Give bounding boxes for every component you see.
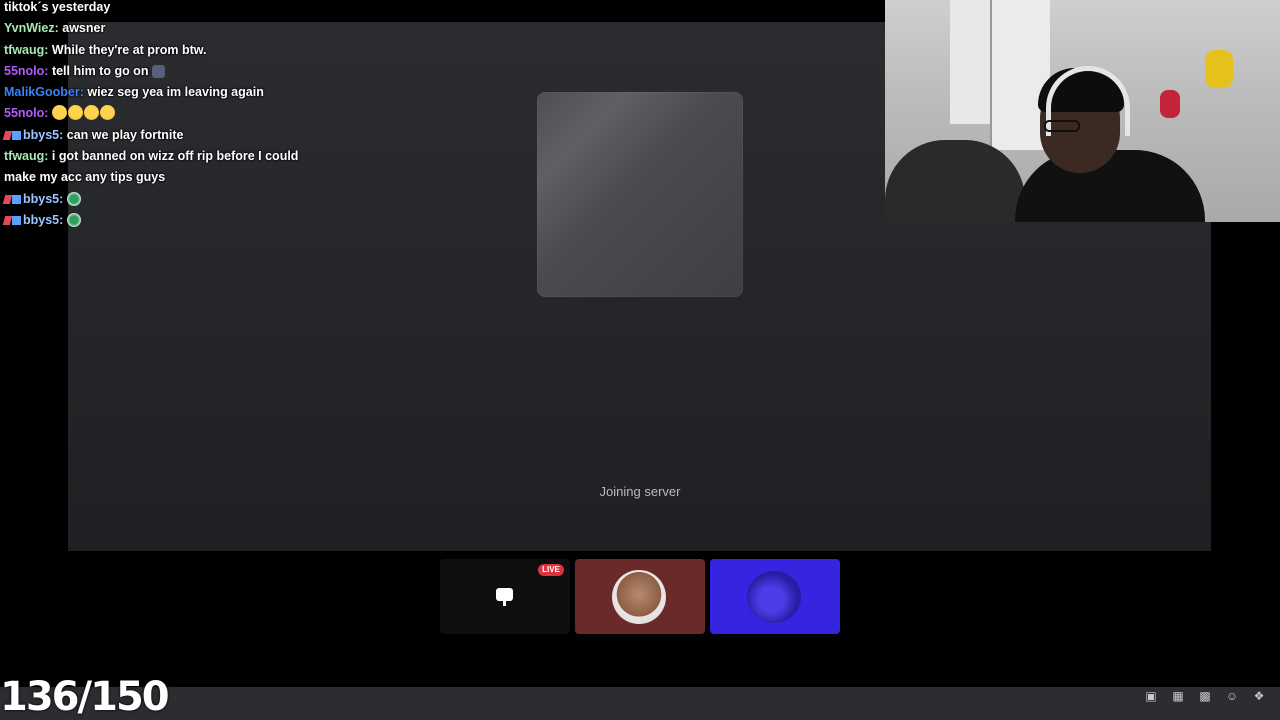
- gif-icon[interactable]: ▦: [1171, 689, 1185, 703]
- chat-message: tfwaug: While they're at prom btw.: [4, 40, 304, 61]
- chat-text: tiktok´s yesterday: [4, 0, 111, 14]
- sticker-icon[interactable]: ▩: [1198, 689, 1212, 703]
- chat-message: 55nolo: tell him to go on: [4, 61, 304, 82]
- chat-text: awsner: [62, 21, 106, 36]
- chat-message: 55nolo:: [4, 103, 304, 124]
- avatar: [612, 570, 666, 624]
- avatar: [747, 571, 801, 623]
- chat-username: 55nolo:: [4, 63, 49, 78]
- chat-username: bbys5:: [23, 127, 64, 142]
- badge-icon: [2, 215, 13, 225]
- chat-overlay: tiktok´s yesterday YvnWiez: awsner tfwau…: [2, 0, 304, 231]
- emoji-icon[interactable]: ☺: [1225, 689, 1239, 703]
- chat-username: bbys5:: [23, 212, 64, 227]
- badge-icon: [12, 130, 21, 140]
- joining-status: Joining server: [599, 484, 681, 499]
- chat-message: MalikGoober: wiez seg yea im leaving aga…: [4, 82, 304, 103]
- bottom-bar: [0, 687, 1280, 720]
- chat-username: tfwaug:: [4, 149, 49, 164]
- chat-text: wiez seg yea im leaving again: [87, 85, 264, 100]
- emote-icon: [151, 64, 165, 78]
- crying-emoji-icon: [83, 105, 99, 121]
- chat-text: While they're at prom btw.: [51, 42, 207, 57]
- globe-emote-icon: [66, 212, 81, 227]
- chat-text: tell him to go on: [51, 63, 149, 78]
- server-icon-placeholder: [537, 92, 743, 297]
- chat-username: YvnWiez:: [4, 21, 59, 36]
- screen-share-icon: [496, 588, 513, 606]
- chat-message: bbys5: can we play fortnite: [2, 125, 304, 146]
- chat-message: bbys5:: [2, 210, 304, 231]
- chat-message: YvnWiez: awsner: [4, 18, 304, 39]
- crying-emoji-icon: [99, 105, 115, 121]
- goal-counter: 136/150: [0, 674, 170, 720]
- live-badge: LIVE: [538, 564, 564, 576]
- badge-icon: [2, 194, 13, 204]
- globe-emote-icon: [66, 191, 81, 206]
- crying-emoji-icon: [51, 105, 67, 121]
- chat-message: bbys5:: [2, 189, 304, 210]
- chat-username: bbys5:: [23, 191, 64, 206]
- chat-username: tfwaug:: [4, 42, 49, 57]
- badge-icon: [2, 130, 13, 140]
- badge-icon: [12, 194, 21, 204]
- apps-icon[interactable]: ❖: [1252, 689, 1266, 703]
- crying-emoji-icon: [67, 105, 83, 121]
- chat-message: tfwaug: i got banned on wizz off rip bef…: [4, 146, 304, 189]
- chat-message: tiktok´s yesterday: [4, 0, 304, 18]
- gift-icon[interactable]: ▣: [1144, 689, 1158, 703]
- chat-text: can we play fortnite: [66, 127, 184, 142]
- chat-username: MalikGoober:: [4, 85, 84, 100]
- badge-icon: [12, 215, 21, 225]
- chat-tray: ▣ ▦ ▩ ☺ ❖: [1144, 689, 1266, 703]
- chat-username: 55nolo:: [4, 106, 49, 121]
- chat-text: i got banned on wizz off rip before I co…: [4, 149, 299, 185]
